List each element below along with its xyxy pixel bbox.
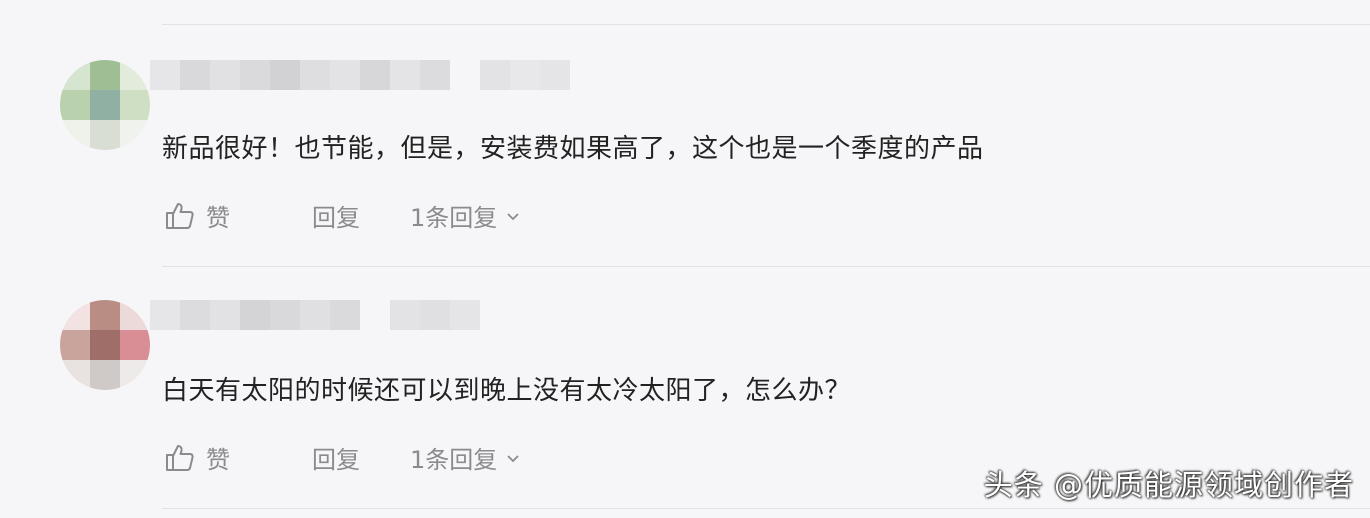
top-divider: [162, 24, 1370, 25]
reply-label: 回复: [312, 446, 360, 474]
view-replies-button[interactable]: 1条回复: [410, 198, 521, 233]
comment-section: 新品很好！也节能，但是，安装费如果高了，这个也是一个季度的产品 赞 回复 1条回…: [0, 0, 1370, 518]
reply-button[interactable]: 回复: [312, 198, 360, 233]
chevron-down-icon: [507, 454, 519, 462]
reply-label: 回复: [312, 204, 360, 232]
thumbs-up-icon: [166, 444, 194, 471]
replies-count-label: 1条回复: [410, 446, 498, 474]
timestamp-blurred: [390, 300, 480, 330]
username-blurred[interactable]: [150, 60, 450, 90]
bottom-divider: [162, 508, 1370, 509]
chevron-down-icon: [507, 212, 519, 220]
comment-actions: 赞 回复 1条回复: [164, 198, 521, 233]
comment-actions: 赞 回复 1条回复: [164, 440, 521, 475]
watermark: 头条 @优质能源领域创作者: [983, 468, 1355, 502]
reply-button[interactable]: 回复: [312, 440, 360, 475]
replies-count-label: 1条回复: [410, 204, 498, 232]
like-button[interactable]: 赞: [164, 198, 230, 233]
avatar[interactable]: [60, 300, 150, 390]
like-label: 赞: [206, 446, 230, 474]
view-replies-button[interactable]: 1条回复: [410, 440, 521, 475]
comment-text: 白天有太阳的时候还可以到晚上没有太冷太阳了，怎么办？: [162, 376, 852, 406]
avatar[interactable]: [60, 60, 150, 150]
timestamp-blurred: [480, 60, 570, 90]
thumbs-up-icon: [166, 202, 194, 229]
username-blurred[interactable]: [150, 300, 360, 330]
comment-divider: [162, 266, 1370, 267]
like-label: 赞: [206, 204, 230, 232]
comment-text: 新品很好！也节能，但是，安装费如果高了，这个也是一个季度的产品: [162, 134, 984, 164]
like-button[interactable]: 赞: [164, 440, 230, 475]
